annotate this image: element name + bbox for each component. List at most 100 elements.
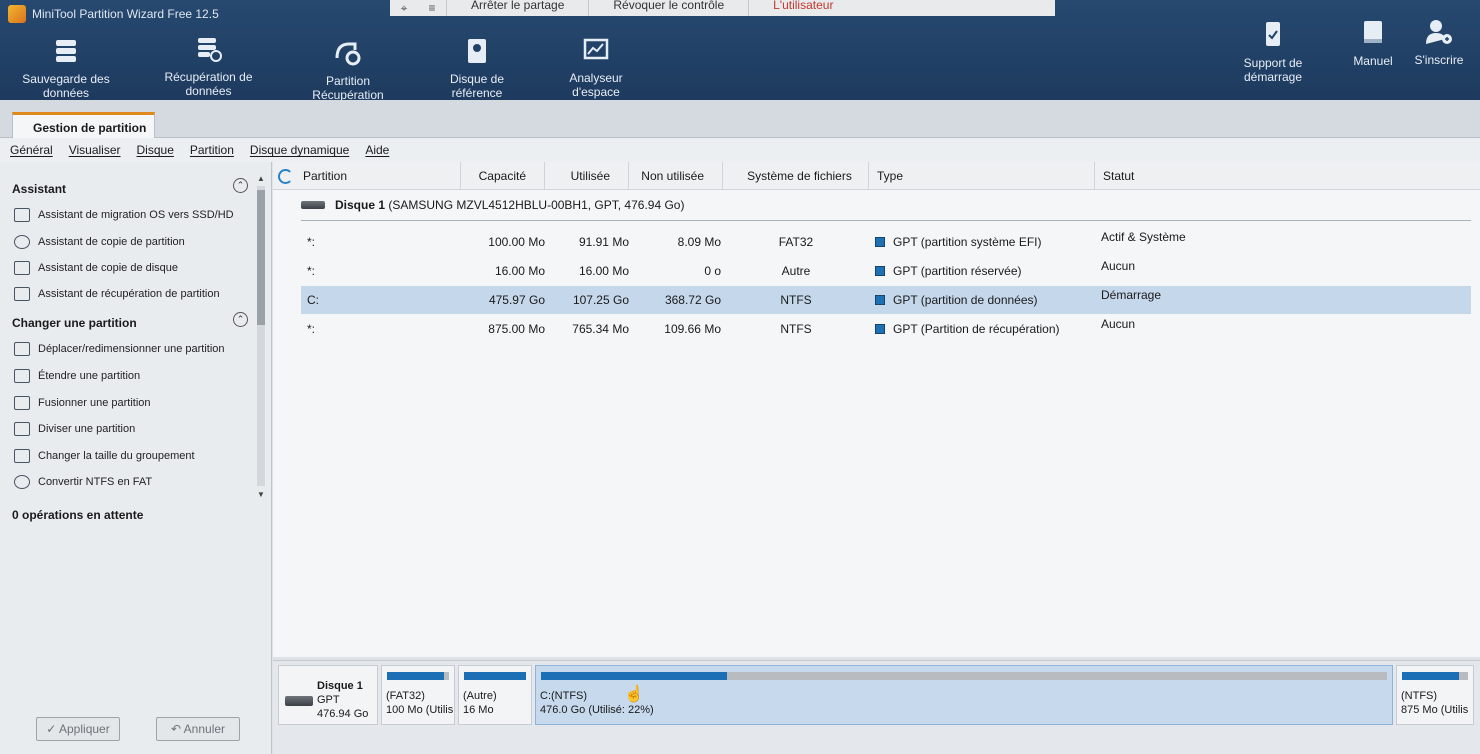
toolbar-disk-benchmark-label: Disque de référence [449, 72, 505, 100]
register-icon [1424, 17, 1454, 47]
cell-used: 16.00 Mo [578, 264, 629, 278]
sidebar-item-migrate-os[interactable]: Assistant de migration OS vers SSD/HD [14, 208, 234, 222]
menu-disk[interactable]: Disque [137, 143, 174, 157]
col-unused[interactable]: Non utilisée [629, 162, 723, 190]
partition-type-icon [875, 295, 885, 305]
menu-view[interactable]: Visualiser [69, 143, 121, 157]
disk-map-disk-size: 476.94 Go [317, 708, 369, 720]
sidebar-item-partition-recovery[interactable]: Assistant de récupération de partition [14, 287, 220, 301]
menu-help[interactable]: Aide [365, 143, 389, 157]
data-recovery-icon [194, 34, 224, 64]
toolbar-data-recovery-label: Récupération de données [164, 70, 253, 98]
toolbar-space-analyzer-button[interactable]: Analyseur d'espace [546, 35, 646, 99]
disk-1-row[interactable]: Disque 1 (SAMSUNG MZVL4512HBLU-00BH1, GP… [301, 198, 684, 212]
move-resize-icon [14, 342, 30, 356]
cell-partition: *: [307, 322, 316, 336]
table-header: Partition Capacité Utilisée Non utilisée… [273, 162, 1480, 190]
table-row[interactable]: *: 100.00 Mo 91.91 Mo 8.09 Mo FAT32 GPT … [301, 228, 1471, 256]
cell-partition: *: [307, 264, 316, 278]
sidebar-item-merge[interactable]: Fusionner une partition [14, 396, 151, 410]
usage-fill [541, 672, 728, 680]
apply-button[interactable]: ✓ Appliquer [36, 717, 120, 741]
convert-icon [14, 475, 30, 489]
cell-partition: *: [307, 235, 316, 249]
scroll-down-icon[interactable]: ▼ [255, 490, 267, 499]
col-type[interactable]: Type [869, 162, 1095, 190]
menu-icon[interactable]: ≡ [418, 1, 446, 15]
revoke-control-button[interactable]: Révoquer le contrôle [588, 0, 748, 16]
menu-general[interactable]: Général [10, 143, 53, 157]
disk-map-partition-recovery[interactable]: (NTFS) 875 Mo (Utilis [1396, 665, 1474, 725]
menu-partition[interactable]: Partition [190, 143, 234, 157]
cell-filesystem: FAT32 [778, 235, 814, 249]
col-filesystem[interactable]: Système de fichiers [723, 162, 869, 190]
pin-icon[interactable]: ⌖ [390, 1, 418, 16]
collapse-change-partition-button[interactable]: ⌃ [233, 312, 248, 327]
tab-partition-management[interactable]: Gestion de partition [12, 112, 155, 139]
database-icon [51, 36, 81, 66]
cell-type-text: GPT (Partition de récupération) [893, 322, 1060, 336]
col-capacity[interactable]: Capacité [461, 162, 545, 190]
cell-capacity: 100.00 Mo [488, 235, 545, 249]
cell-filesystem: Autre [781, 264, 811, 278]
manual-icon [1358, 18, 1388, 48]
col-status[interactable]: Statut [1095, 162, 1480, 190]
partition-size-label: 476.0 Go (Utilisé: 22%) [540, 704, 654, 716]
disk-benchmark-icon [462, 36, 492, 66]
usage-fill [387, 672, 445, 680]
table-row[interactable]: *: 16.00 Mo 16.00 Mo 0 o Autre GPT (part… [301, 257, 1471, 285]
refresh-icon[interactable] [278, 169, 293, 184]
usage-bar [1402, 672, 1468, 680]
toolbar-partition-recovery-label: Partition Récupération [312, 74, 384, 102]
disk-map-disk-1[interactable]: Disque 1 GPT 476.94 Go [278, 665, 378, 725]
toolbar-data-recovery-button[interactable]: Récupération de données [146, 34, 271, 98]
cell-type: GPT (Partition de récupération) [875, 322, 1060, 336]
undo-button[interactable]: ↶ Annuler [156, 717, 240, 741]
cell-filesystem: NTFS [780, 293, 812, 307]
sidebar-item-convert-ntfs-fat[interactable]: Convertir NTFS en FAT [14, 475, 152, 489]
stop-share-button[interactable]: Arrêter le partage [446, 0, 588, 16]
sidebar-item-split[interactable]: Diviser une partition [14, 422, 135, 436]
pending-operations: 0 opérations en attente [12, 508, 144, 522]
menu-dynamic-disk[interactable]: Disque dynamique [250, 143, 349, 157]
toolbar-register-button[interactable]: S'inscrire [1414, 17, 1464, 67]
toolbar-backup-button[interactable]: Sauvegarde des données [6, 36, 126, 100]
disk-1-label: Disque 1 [335, 198, 386, 212]
disk-map-partition-reserved[interactable]: (Autre) 16 Mo [458, 665, 532, 725]
app-title-bar: MiniTool Partition Wizard Free 12.5 [8, 5, 219, 23]
partition-fs-label: (NTFS) [1401, 690, 1438, 702]
share-user-label: L'utilisateur [748, 0, 857, 16]
sidebar-item-move-resize[interactable]: Déplacer/redimensionner une partition [14, 342, 225, 356]
cell-used: 91.91 Mo [578, 235, 629, 249]
copy-disk-icon [14, 261, 30, 275]
cell-used: 765.34 Mo [572, 322, 629, 336]
bootable-media-icon [1258, 20, 1288, 50]
table-row-selected[interactable]: C: 475.97 Go 107.25 Go 368.72 Go NTFS GP… [301, 286, 1471, 314]
toolbar-disk-benchmark-button[interactable]: Disque de référence [425, 36, 529, 100]
cell-type: GPT (partition de données) [875, 293, 1038, 307]
toolbar-partition-recovery-button[interactable]: Partition Récupération [290, 38, 406, 102]
cell-partition: C: [307, 293, 319, 307]
sidebar-item-copy-disk[interactable]: Assistant de copie de disque [14, 261, 178, 275]
disk-map-partition-efi[interactable]: (FAT32) 100 Mo (Utilis [381, 665, 455, 725]
cell-unused: 368.72 Go [664, 293, 721, 307]
table-row[interactable]: *: 875.00 Mo 765.34 Mo 109.66 Mo NTFS GP… [301, 315, 1471, 343]
sidebar-item-cluster-size[interactable]: Changer la taille du groupement [14, 449, 195, 463]
disk-divider [301, 220, 1471, 221]
scroll-thumb[interactable] [257, 190, 265, 325]
collapse-assistant-button[interactable]: ⌃ [233, 178, 248, 193]
sidebar-scrollbar[interactable]: ▲ ▼ [255, 170, 267, 500]
merge-icon [14, 396, 30, 410]
sidebar-item-copy-partition[interactable]: Assistant de copie de partition [14, 235, 185, 249]
cell-type-text: GPT (partition de données) [893, 293, 1038, 307]
disk-map-partition-c[interactable]: C:(NTFS) 476.0 Go (Utilisé: 22%) [535, 665, 1393, 725]
col-used[interactable]: Utilisée [545, 162, 629, 190]
scroll-up-icon[interactable]: ▲ [255, 174, 267, 183]
col-partition[interactable]: Partition [295, 162, 461, 190]
partition-type-icon [875, 324, 885, 334]
toolbar-manual-button[interactable]: Manuel [1350, 18, 1396, 68]
migrate-os-icon [14, 208, 30, 222]
cell-capacity: 16.00 Mo [494, 264, 545, 278]
sidebar-item-extend[interactable]: Étendre une partition [14, 369, 140, 383]
toolbar-bootable-media-button[interactable]: Support de démarrage [1214, 20, 1332, 84]
